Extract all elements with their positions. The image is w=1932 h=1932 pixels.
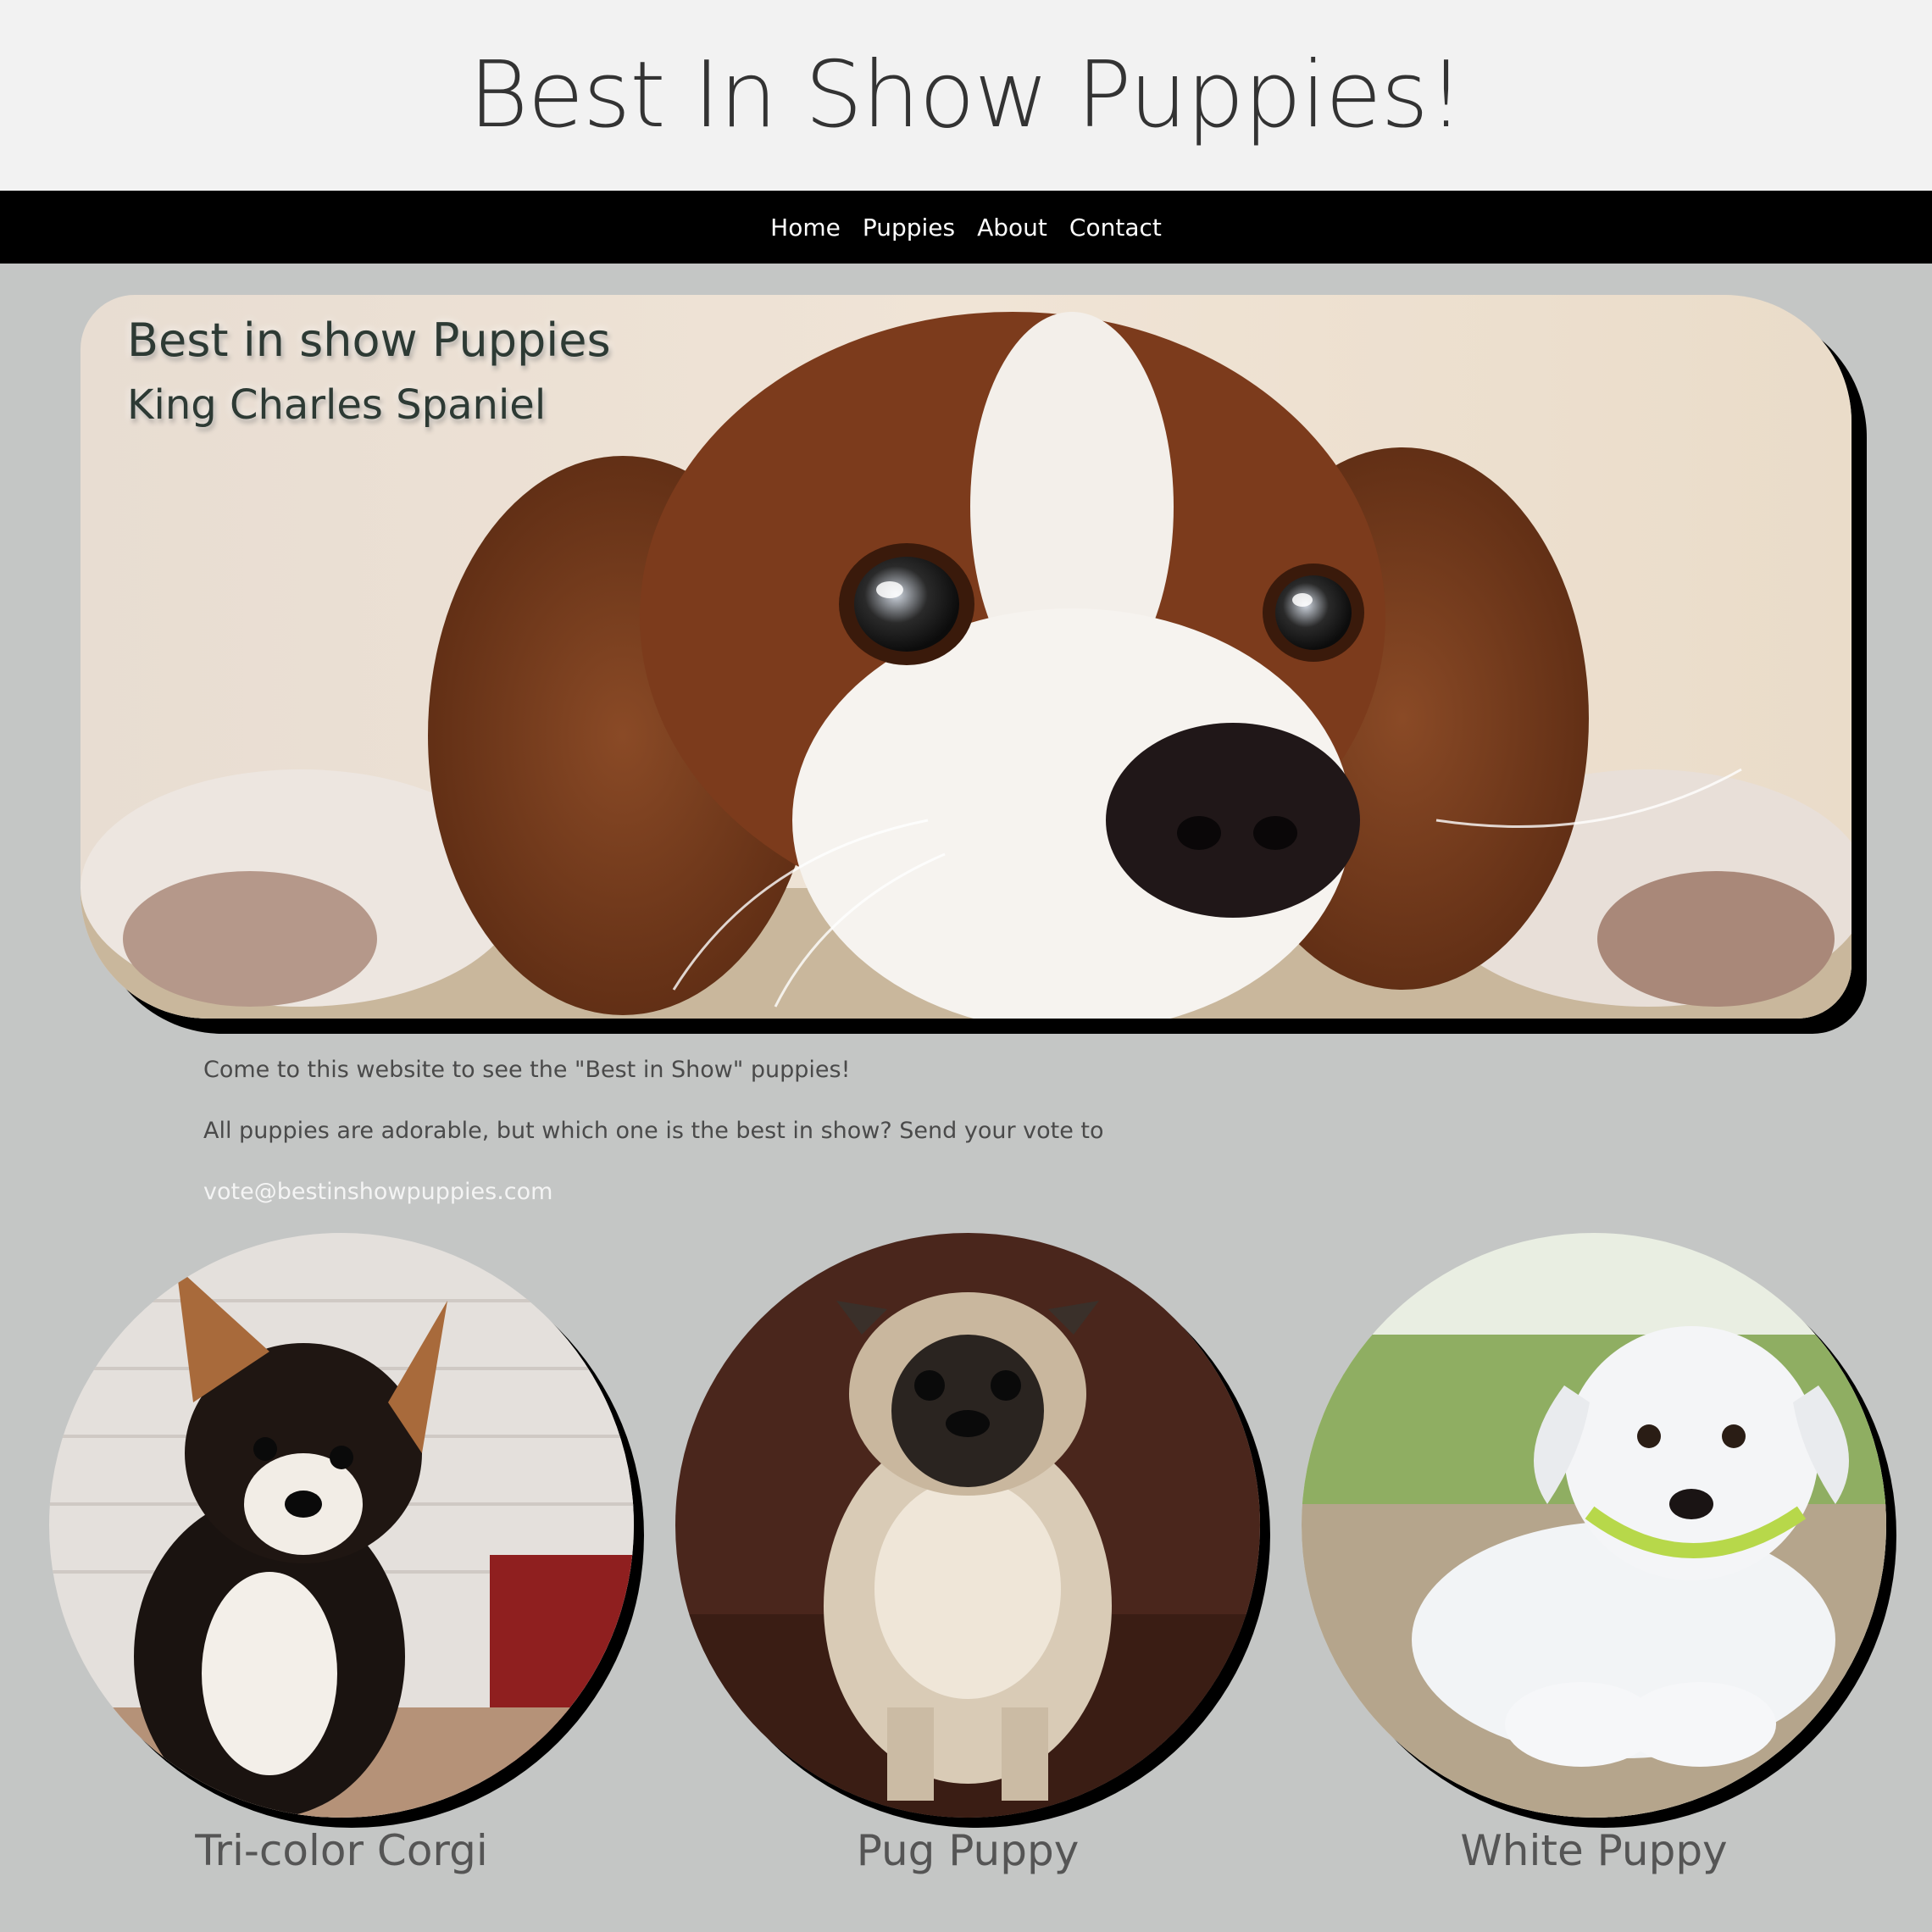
site-title: Best In Show Puppies! (468, 42, 1464, 148)
puppy-card-white: White Puppy (1302, 1233, 1886, 1875)
hero-subtitle: King Charles Spaniel (127, 381, 547, 429)
intro-line-3: vote@bestinshowpuppies.com (203, 1171, 1104, 1232)
nav-puppies-link[interactable]: Puppies (863, 214, 955, 242)
main-nav: Home Puppies About Contact (0, 191, 1932, 264)
puppy-card-corgi: Tri-color Corgi (49, 1233, 634, 1875)
corgi-photo[interactable] (49, 1233, 634, 1818)
nav-contact-link[interactable]: Contact (1069, 214, 1162, 242)
intro-line-1: Come to this website to see the "Best in… (203, 1057, 851, 1083)
puppy-card-pug: Pug Puppy (675, 1233, 1260, 1875)
corgi-caption: Tri-color Corgi (195, 1826, 488, 1875)
nav-about-link[interactable]: About (977, 214, 1047, 242)
pug-photo[interactable] (675, 1233, 1260, 1818)
white-puppy-image (1302, 1233, 1886, 1818)
white-puppy-caption: White Puppy (1460, 1826, 1728, 1875)
corgi-image (49, 1233, 634, 1818)
nav-home-link[interactable]: Home (770, 214, 841, 242)
pug-caption: Pug Puppy (856, 1826, 1080, 1875)
site-header: Best In Show Puppies! (0, 0, 1932, 191)
intro-text: Come to this website to see the "Best in… (203, 1049, 1104, 1232)
hero-banner: Best in show Puppies King Charles Spanie… (80, 295, 1852, 1019)
intro-line-2: All puppies are adorable, but which one … (203, 1118, 1104, 1144)
white-puppy-photo[interactable] (1302, 1233, 1886, 1818)
pug-image (675, 1233, 1260, 1818)
hero-title: Best in show Puppies (127, 314, 611, 367)
vote-email-link[interactable]: vote@bestinshowpuppies.com (203, 1179, 552, 1205)
